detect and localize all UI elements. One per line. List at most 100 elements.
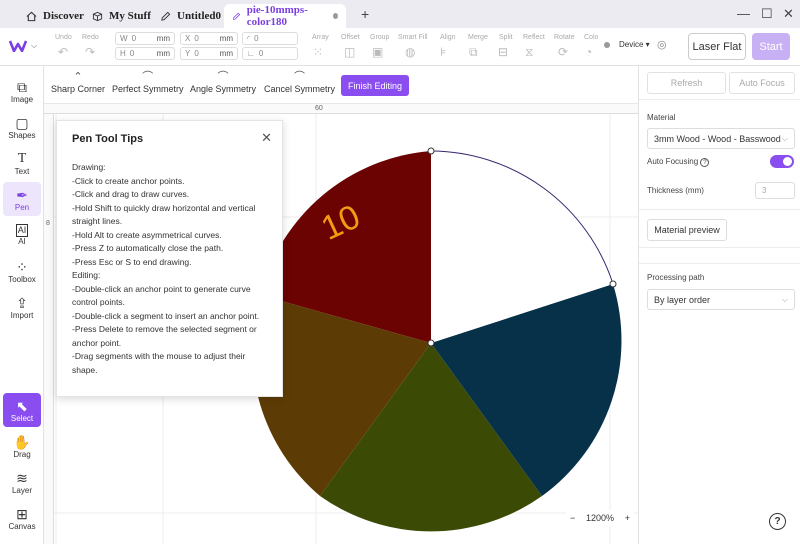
material-preview-button[interactable]: Material preview	[647, 219, 727, 241]
processing-path-value: By layer order	[654, 294, 711, 305]
group-icon[interactable]: ▣	[372, 45, 383, 59]
corner-radius-field[interactable]: ◜ 0	[242, 32, 298, 45]
sidebar-item-select[interactable]: ⬉ Select	[3, 393, 41, 427]
pencil-icon	[161, 11, 171, 21]
split-label: Split	[499, 34, 513, 41]
tab-label: Untitled0	[177, 10, 221, 22]
shapes-icon: ▢	[15, 114, 29, 131]
array-icon[interactable]: ⁙	[313, 45, 323, 59]
color-palette-icon[interactable]: ◔	[585, 45, 592, 59]
y-field[interactable]: Y 0 mm	[180, 47, 238, 60]
cancel-symmetry-button[interactable]: ⌒ Cancel Symmetry	[264, 70, 335, 94]
app-logo-icon[interactable]	[9, 40, 27, 52]
tab-pie-file[interactable]: pie-10mmps-color180	[224, 4, 346, 28]
height-value: 0	[129, 49, 135, 58]
help-button[interactable]: ?	[769, 513, 786, 530]
merge-label: Merge	[468, 34, 488, 41]
title-bar: Discover My Stuff Untitled0 pie-10mmps-c…	[0, 0, 800, 28]
ai-icon: AI	[15, 224, 29, 237]
smart-fill-icon[interactable]: ◍	[405, 45, 415, 59]
tips-line: -Press Delete to remove the selected seg…	[72, 324, 257, 348]
zoom-in-button[interactable]: +	[625, 513, 630, 523]
merge-icon[interactable]: ⧉	[469, 45, 478, 60]
rotation-field[interactable]: ∟ 0	[242, 47, 298, 60]
close-button[interactable]: ✕	[783, 6, 794, 22]
chevron-down-icon[interactable]: ⌵	[31, 41, 37, 51]
sidebar-item-drag[interactable]: ✋ Drag	[3, 429, 41, 463]
perfect-symmetry-icon: ⌒	[142, 71, 154, 83]
undo-label: Undo	[55, 34, 72, 41]
undo-icon[interactable]: ↶	[58, 45, 68, 59]
rotate-label: Rotate	[554, 34, 575, 41]
refresh-button[interactable]: Refresh	[647, 72, 726, 94]
anchor-point[interactable]	[609, 280, 617, 288]
cancel-symmetry-label: Cancel Symmetry	[264, 84, 336, 94]
zoom-level[interactable]: 1200%	[586, 513, 614, 523]
auto-focusing-toggle[interactable]	[770, 155, 794, 168]
align-icon[interactable]: ⊧	[440, 45, 446, 59]
width-field[interactable]: W 0 mm	[115, 32, 175, 45]
redo-icon[interactable]: ↷	[85, 45, 95, 59]
auto-focus-button[interactable]: Auto Focus	[729, 72, 795, 94]
sidebar-item-canvas[interactable]: ⊞ Canvas	[3, 501, 41, 535]
maximize-button[interactable]: ☐	[761, 6, 773, 22]
divider	[639, 209, 800, 210]
perfect-symmetry-button[interactable]: ⌒ Perfect Symmetry	[112, 70, 184, 94]
sidebar-item-import[interactable]: ⇪ Import	[3, 290, 41, 324]
tips-line: -Hold Alt to create asymmetrical curves.	[72, 229, 222, 240]
device-select[interactable]: Device ▾	[619, 40, 650, 49]
laser-flat-button[interactable]: Laser Flat	[688, 33, 746, 60]
y-unit: mm	[219, 49, 233, 58]
material-select[interactable]: 3mm Wood - Wood - Basswood ⌵	[647, 128, 795, 149]
angle-symmetry-button[interactable]: ⌒ Angle Symmetry	[190, 70, 256, 94]
thickness-input[interactable]: 3	[755, 182, 795, 199]
help-circle-icon[interactable]: ?	[700, 158, 710, 167]
sidebar-item-image[interactable]: ⧉ Image	[3, 74, 41, 108]
home-icon	[26, 11, 37, 21]
pen-icon: ✒	[16, 186, 28, 203]
reflect-icon[interactable]: ⧖	[525, 45, 533, 60]
height-field[interactable]: H 0 mm	[115, 47, 175, 60]
width-value: 0	[131, 34, 137, 43]
sidebar-item-label: Toolbox	[8, 274, 36, 284]
sidebar-item-ai[interactable]: AI AI	[3, 218, 41, 252]
box-icon	[92, 11, 103, 21]
split-icon[interactable]: ⊟	[498, 45, 508, 59]
sidebar-item-shapes[interactable]: ▢ Shapes	[3, 110, 41, 144]
start-button[interactable]: Start	[752, 33, 790, 60]
tips-line: Drawing:	[72, 162, 106, 172]
sidebar-item-toolbox[interactable]: ⁘ Toolbox	[3, 254, 41, 288]
device-settings-icon[interactable]: ◎	[657, 38, 667, 51]
close-icon[interactable]: ✕	[261, 130, 272, 146]
sidebar-item-layer[interactable]: ≋ Layer	[3, 465, 41, 499]
layers-icon: ≋	[16, 469, 28, 486]
perfect-symmetry-label: Perfect Symmetry	[112, 84, 184, 94]
zoom-out-button[interactable]: −	[570, 513, 575, 523]
new-tab-button[interactable]: +	[361, 6, 369, 22]
tab-my-stuff[interactable]: My Stuff	[84, 4, 159, 28]
reflect-label: Reflect	[523, 34, 545, 41]
processing-path-select[interactable]: By layer order ⌵	[647, 289, 795, 310]
sharp-corner-button[interactable]: ⌃ Sharp Corner	[51, 70, 105, 94]
sidebar-item-pen[interactable]: ✒ Pen	[3, 182, 41, 216]
sidebar-item-label: Pen	[14, 202, 30, 212]
color-label: Colo	[584, 34, 599, 41]
pen-tools-bar: ⌃ Sharp Corner ⌒ Perfect Symmetry ⌒ Angl…	[44, 66, 638, 104]
angle-symmetry-label: Angle Symmetry	[190, 84, 257, 94]
x-field[interactable]: X 0 mm	[180, 32, 238, 45]
minimize-button[interactable]: —	[737, 6, 750, 21]
divider	[639, 247, 800, 248]
finish-editing-button[interactable]: Finish Editing	[341, 75, 409, 96]
anchor-point[interactable]	[427, 147, 435, 155]
group-label: Group	[370, 34, 390, 41]
offset-icon[interactable]: ◫	[344, 45, 355, 59]
pie-shape[interactable]: 10	[252, 147, 622, 532]
tab-label: pie-10mmps-color180	[246, 4, 308, 28]
tab-discover[interactable]: Discover	[18, 4, 92, 28]
sidebar-item-label: AI	[18, 237, 26, 246]
anchor-point[interactable]	[427, 339, 435, 347]
corner-radius-icon: ◜	[247, 34, 251, 43]
rotate-icon[interactable]: ⟳	[558, 45, 568, 59]
cancel-symmetry-icon: ⌒	[294, 71, 305, 83]
sidebar-item-text[interactable]: T Text	[3, 146, 41, 180]
